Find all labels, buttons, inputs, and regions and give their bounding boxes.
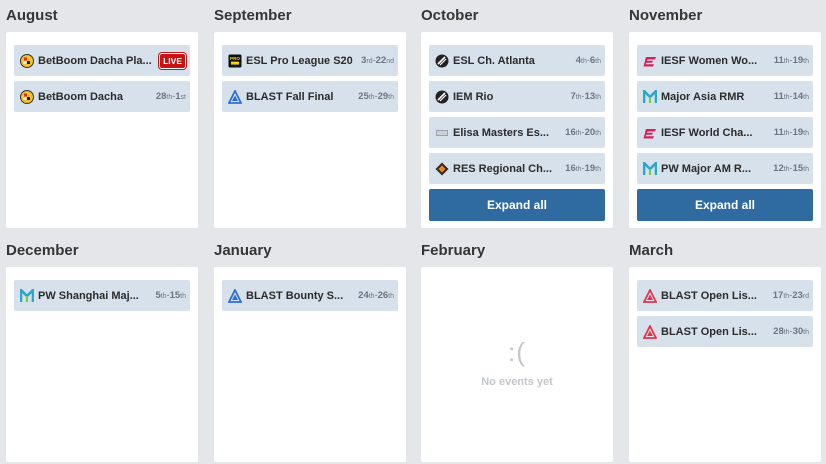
event-dates: 5th-15th bbox=[155, 290, 186, 301]
event-dates: 11th-19th bbox=[773, 55, 809, 66]
expand-all-button[interactable]: Expand all bbox=[637, 189, 813, 221]
event-name: Elisa Masters Es... bbox=[453, 126, 549, 139]
event-name: IEM Rio bbox=[453, 90, 494, 103]
event-dates: 16th-19th bbox=[565, 163, 601, 174]
event-dates: 28th-1st bbox=[155, 91, 186, 102]
blast-open-logo-icon bbox=[643, 288, 657, 303]
event-name: ESL Ch. Atlanta bbox=[453, 54, 535, 67]
event-name: IESF World Cha... bbox=[661, 126, 753, 139]
iesf-logo-icon bbox=[643, 54, 657, 68]
month-card: :( No events yet bbox=[421, 267, 613, 462]
blast-logo-icon bbox=[228, 288, 242, 303]
event-item[interactable]: PW Shanghai Maj... 5th-15th bbox=[14, 280, 190, 311]
betboom-logo-icon bbox=[20, 53, 34, 68]
event-item[interactable]: PRO ESL Pro League S20 3rd-22nd bbox=[222, 45, 398, 76]
event-name: IESF Women Wo... bbox=[661, 54, 758, 67]
month-card: BetBoom Dacha Pla... LIVE BetBoom Dacha … bbox=[6, 32, 198, 228]
blast-logo-icon bbox=[228, 89, 242, 104]
sad-face-icon: :( bbox=[508, 337, 526, 367]
event-dates: 11th-14th bbox=[773, 91, 809, 102]
event-item[interactable]: BLAST Open Lis... 17th-23rd bbox=[637, 280, 813, 311]
month-title: January bbox=[214, 242, 272, 259]
event-name: BLAST Fall Final bbox=[246, 90, 334, 103]
month-title: November bbox=[629, 7, 703, 24]
perfect-world-logo-icon bbox=[20, 288, 34, 303]
month-card: PW Shanghai Maj... 5th-15th bbox=[6, 267, 198, 462]
expand-all-button[interactable]: Expand all bbox=[429, 189, 605, 221]
event-name: BLAST Bounty S... bbox=[246, 289, 344, 302]
month-title: December bbox=[6, 242, 79, 259]
event-dates: 3rd-22nd bbox=[361, 55, 394, 66]
live-badge: LIVE bbox=[159, 52, 186, 69]
month-card: IESF Women Wo... 11th-19th Major Asia RM… bbox=[629, 32, 821, 228]
event-item[interactable]: BetBoom Dacha Pla... LIVE bbox=[14, 45, 190, 76]
event-dates: 7th-13th bbox=[570, 91, 601, 102]
event-item[interactable]: RES Regional Ch... 16th-19th bbox=[429, 153, 605, 184]
blast-open-logo-icon bbox=[643, 324, 657, 339]
event-dates: 25th-29th bbox=[358, 91, 394, 102]
event-dates: 28th-30th bbox=[773, 326, 809, 337]
month-card: ESL Ch. Atlanta 4th-6th IEM Rio 7th-13th… bbox=[421, 32, 613, 228]
event-name: PW Major AM R... bbox=[661, 162, 752, 175]
event-name: RES Regional Ch... bbox=[453, 162, 553, 175]
month-title: March bbox=[629, 242, 674, 259]
event-name: BLAST Open Lis... bbox=[661, 289, 757, 302]
month-title: August bbox=[6, 7, 58, 24]
empty-message: No events yet bbox=[481, 376, 553, 388]
event-dates: 11th-19th bbox=[773, 127, 809, 138]
event-dates: 24th-26th bbox=[358, 290, 394, 301]
event-name: PW Shanghai Maj... bbox=[38, 289, 139, 302]
event-item[interactable]: IESF Women Wo... 11th-19th bbox=[637, 45, 813, 76]
betboom-logo-icon bbox=[20, 89, 34, 104]
month-title: October bbox=[421, 7, 479, 24]
month-card: PRO ESL Pro League S20 3rd-22nd BLAST Fa… bbox=[214, 32, 406, 228]
month-card: BLAST Bounty S... 24th-26th bbox=[214, 267, 406, 462]
event-item[interactable]: IEM Rio 7th-13th bbox=[429, 81, 605, 112]
iesf-logo-icon bbox=[643, 126, 657, 140]
elisa-logo-icon bbox=[435, 126, 449, 140]
event-item[interactable]: IESF World Cha... 11th-19th bbox=[637, 117, 813, 148]
event-dates: 16th-20th bbox=[565, 127, 601, 138]
event-name: BetBoom Dacha bbox=[38, 90, 123, 103]
res-logo-icon bbox=[435, 162, 449, 176]
event-item[interactable]: BLAST Fall Final 25th-29th bbox=[222, 81, 398, 112]
event-item[interactable]: Major Asia RMR 11th-14th bbox=[637, 81, 813, 112]
esl-pro-league-logo-icon: PRO bbox=[228, 54, 242, 68]
event-name: BLAST Open Lis... bbox=[661, 325, 757, 338]
event-name: BetBoom Dacha Pla... bbox=[38, 54, 152, 67]
iem-logo-icon bbox=[435, 90, 449, 104]
month-title: September bbox=[214, 7, 292, 24]
event-item[interactable]: Elisa Masters Es... 16th-20th bbox=[429, 117, 605, 148]
svg-text:PRO: PRO bbox=[230, 56, 240, 61]
perfect-world-logo-icon bbox=[643, 161, 657, 176]
esl-logo-icon bbox=[435, 54, 449, 68]
event-item[interactable]: BetBoom Dacha 28th-1st bbox=[14, 81, 190, 112]
event-item[interactable]: ESL Ch. Atlanta 4th-6th bbox=[429, 45, 605, 76]
event-name: ESL Pro League S20 bbox=[246, 54, 353, 67]
empty-state: :( No events yet bbox=[421, 337, 613, 388]
event-dates: 12th-15th bbox=[773, 163, 809, 174]
event-dates: 17th-23rd bbox=[772, 290, 809, 301]
perfect-world-logo-icon bbox=[643, 89, 657, 104]
event-item[interactable]: BLAST Open Lis... 28th-30th bbox=[637, 316, 813, 347]
month-title: February bbox=[421, 242, 486, 259]
event-item[interactable]: BLAST Bounty S... 24th-26th bbox=[222, 280, 398, 311]
event-name: Major Asia RMR bbox=[661, 90, 745, 103]
event-dates: 4th-6th bbox=[575, 55, 601, 66]
event-item[interactable]: PW Major AM R... 12th-15th bbox=[637, 153, 813, 184]
month-card: BLAST Open Lis... 17th-23rd BLAST Open L… bbox=[629, 267, 821, 462]
